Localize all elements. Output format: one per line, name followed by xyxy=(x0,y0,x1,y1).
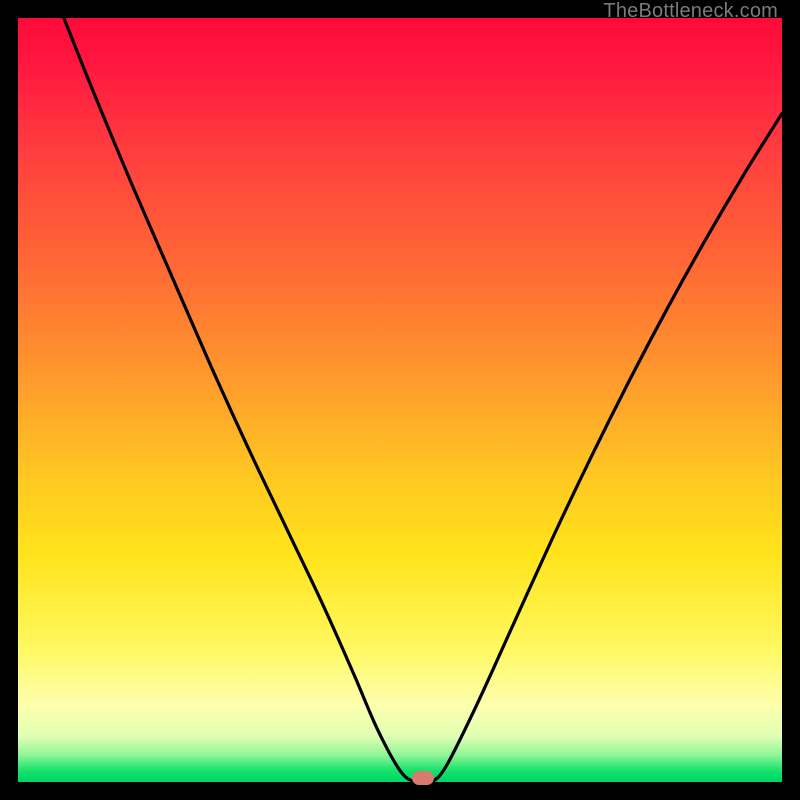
plot-area xyxy=(18,18,782,782)
optimal-marker xyxy=(412,771,434,785)
chart-frame: TheBottleneck.com xyxy=(0,0,800,800)
watermark-text: TheBottleneck.com xyxy=(603,0,778,23)
bottleneck-curve xyxy=(18,18,782,782)
